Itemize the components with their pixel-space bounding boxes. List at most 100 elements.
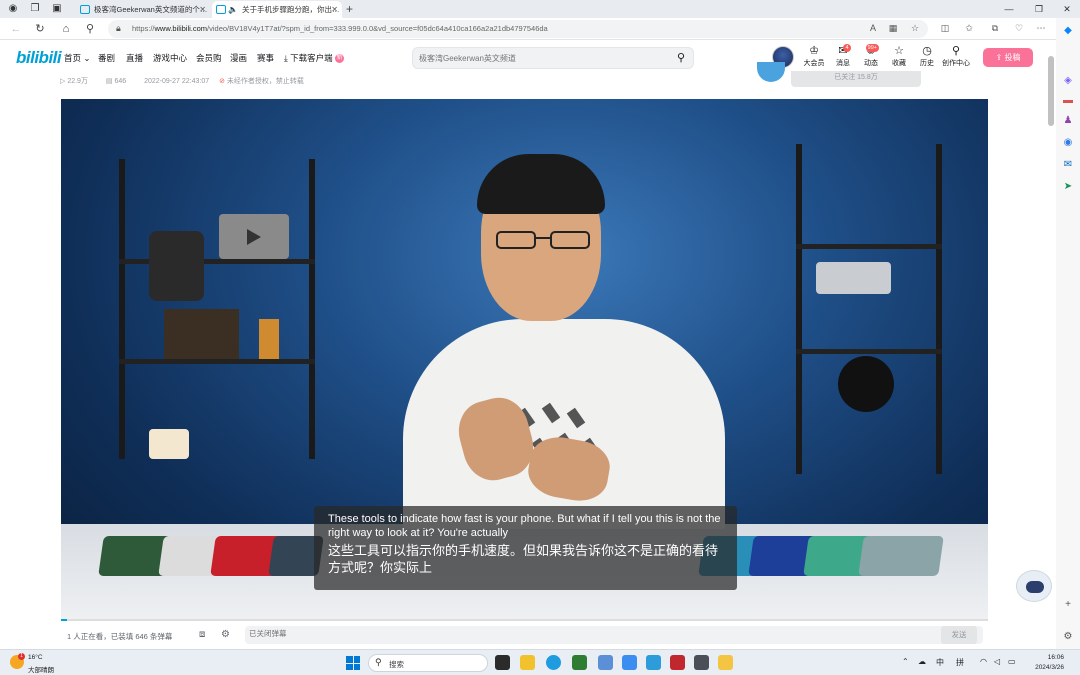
send-button[interactable]: 发送 [941,626,977,644]
search-icon[interactable]: ⚲ [82,21,98,37]
forbidden-icon: ⊘ [219,78,225,85]
subtitle-english: These tools to indicate how fast is your… [328,513,721,539]
video-progress-fill [61,619,67,621]
back-icon[interactable]: ← [8,21,24,37]
mail-icon[interactable] [598,655,613,670]
browser-sidebar: ◆ ◈ ▬ ♟ ◉ ✉ ➤ + ⚙ [1056,18,1080,649]
taskbar-search[interactable]: ⚲ 搜索 [368,654,488,672]
favorites-icon[interactable]: ✩ [962,21,976,35]
notes-icon[interactable] [718,655,733,670]
close-icon[interactable]: ✕ [199,1,206,18]
danmaku-toggle-icon[interactable]: ⧈ [199,629,205,640]
home-icon[interactable]: ⌂ [58,21,74,37]
tab-actions-icon[interactable]: ▣ [50,2,64,16]
video-progress-bar[interactable] [61,619,988,621]
nav-manga[interactable]: 漫画 [230,52,247,64]
header-dynamic[interactable]: ✺ 99+ 动态 [857,44,885,68]
danmaku-settings-icon[interactable]: ⚙ [221,629,230,640]
minimize-button[interactable]: — [994,0,1024,18]
tab-geekerwan-channel[interactable]: 极客湾Geekerwan英文频道的个… ✕ [76,1,210,18]
new-tab-button[interactable]: + [346,1,353,17]
header-history[interactable]: ◷ 历史 [913,45,941,68]
input-method[interactable]: 拼 [956,657,964,668]
copilot-icon[interactable]: ◆ [1061,24,1075,38]
aida64-icon[interactable] [670,655,685,670]
views-value: 22.9万 [67,78,88,85]
danmaku-count: ▤ 646 [105,78,127,85]
danmaku-input[interactable] [249,629,849,638]
tray-overflow-icon[interactable]: ⌃ [902,657,909,666]
split-screen-icon[interactable]: ◫ [938,21,952,35]
lock-icon[interactable]: 🔒︎ [116,23,121,34]
refresh-icon[interactable]: ↻ [32,21,48,37]
crown-icon: ♔ [809,45,819,57]
wps-icon[interactable] [622,655,637,670]
tab-current-video[interactable]: 🔈 关于手机步骤跑分跑，你出… ✕ [212,1,342,18]
search-input[interactable] [419,51,659,65]
star-icon: ☆ [894,45,904,57]
nav-anime[interactable]: 番剧 [98,52,115,64]
more-icon[interactable]: ⋯ [1034,21,1048,35]
shelf-right [796,144,942,474]
sidebar-add-icon[interactable]: + [1061,598,1075,612]
games-icon[interactable]: ♟ [1061,114,1075,128]
url-text[interactable]: https://www.bilibili.com/video/BV18V4y1T… [132,24,548,33]
danmaku-input-box: 发送 [245,626,983,644]
maximize-button[interactable]: ❐ [1024,0,1054,18]
wifi-icon[interactable]: ◠ [980,657,987,666]
drop-icon[interactable]: ➤ [1061,180,1075,194]
close-icon[interactable]: ✕ [331,1,338,18]
nav-esports[interactable]: 赛事 [257,52,274,64]
task-view-icon[interactable] [495,655,510,670]
speaker-icon[interactable]: 🔈 [228,1,238,18]
nav-mall[interactable]: 会员购 [196,52,222,64]
shopping-icon[interactable]: ◈ [1061,74,1075,88]
video-player[interactable]: These tools to indicate how fast is your… [61,99,988,619]
store-icon[interactable] [646,655,661,670]
follow-button[interactable]: 已关注 15.8万 [791,71,921,87]
app-available-icon[interactable]: ▦ [886,21,900,35]
windows-start-icon[interactable] [346,656,360,670]
onedrive-icon[interactable]: ☁ [918,657,926,666]
header-creator-center[interactable]: ⚲ 创作中心 [942,45,970,68]
read-aloud-icon[interactable]: A [866,21,880,35]
input-language[interactable]: 中 [936,657,944,668]
search-icon[interactable]: ⚲ [677,51,685,64]
app-grid-icon[interactable] [694,655,709,670]
header-favorites[interactable]: ☆ 收藏 [885,45,913,68]
tools-icon[interactable]: ▬ [1061,94,1075,108]
sidebar-settings-icon[interactable]: ⚙ [1061,630,1075,644]
video-meta: ▷ 22.9万 ▤ 646 2022-09-27 22:43:07 ⊘ 未经作者… [60,76,320,88]
uploader-avatar[interactable] [757,62,785,82]
nav-home[interactable]: 首页 ⌄ [64,52,90,64]
viewer-info: 1 人正在看，已装填 646 条弹幕 [67,632,173,641]
nav-game-center[interactable]: 游戏中心 [153,52,187,64]
office-icon[interactable]: ◉ [1061,136,1075,150]
weather-desc: 大部晴朗 [28,667,54,674]
header-vip[interactable]: ♔ 大会员 [800,45,828,68]
battery-icon[interactable]: ▭ [1008,657,1016,666]
file-explorer-icon[interactable] [520,655,535,670]
excel-icon[interactable] [572,655,587,670]
clock-date: 2024/3/26 [1035,664,1064,671]
url-field[interactable]: 🔒︎ https://www.bilibili.com/video/BV18V4… [108,20,928,38]
workspaces-icon[interactable]: ❐ [28,2,42,16]
system-clock[interactable]: 16:06 2024/3/26 [1024,653,1064,673]
subtitle-chinese: 这些工具可以指示你的手机速度。但如果我告诉你这不是正确的看待方式呢？你实际上 [328,543,719,575]
nav-download-client[interactable]: ⤓ 下载客户端 新 [284,52,345,64]
bilibili-logo[interactable]: bilibili [16,48,62,68]
upload-button[interactable]: ⇪ 投稿 [983,48,1033,67]
edge-icon[interactable] [546,655,561,670]
volume-icon[interactable]: ◁ [994,657,1000,666]
collections-icon[interactable]: ⧉ [988,21,1002,35]
profile-icon[interactable]: ◉ [6,2,20,16]
assistant-mascot-icon[interactable] [1016,570,1052,602]
window-close-button[interactable]: ✕ [1052,0,1080,18]
nav-live[interactable]: 直播 [126,52,143,64]
weather-widget[interactable]: 1 16°C 大部晴朗 [10,653,80,674]
page-scrollbar[interactable] [1048,56,1054,126]
favorite-star-icon[interactable]: ☆ [908,21,922,35]
browser-essentials-icon[interactable]: ♡ [1012,21,1026,35]
header-messages[interactable]: ✉ 4 消息 [829,44,857,68]
outlook-icon[interactable]: ✉ [1061,158,1075,172]
